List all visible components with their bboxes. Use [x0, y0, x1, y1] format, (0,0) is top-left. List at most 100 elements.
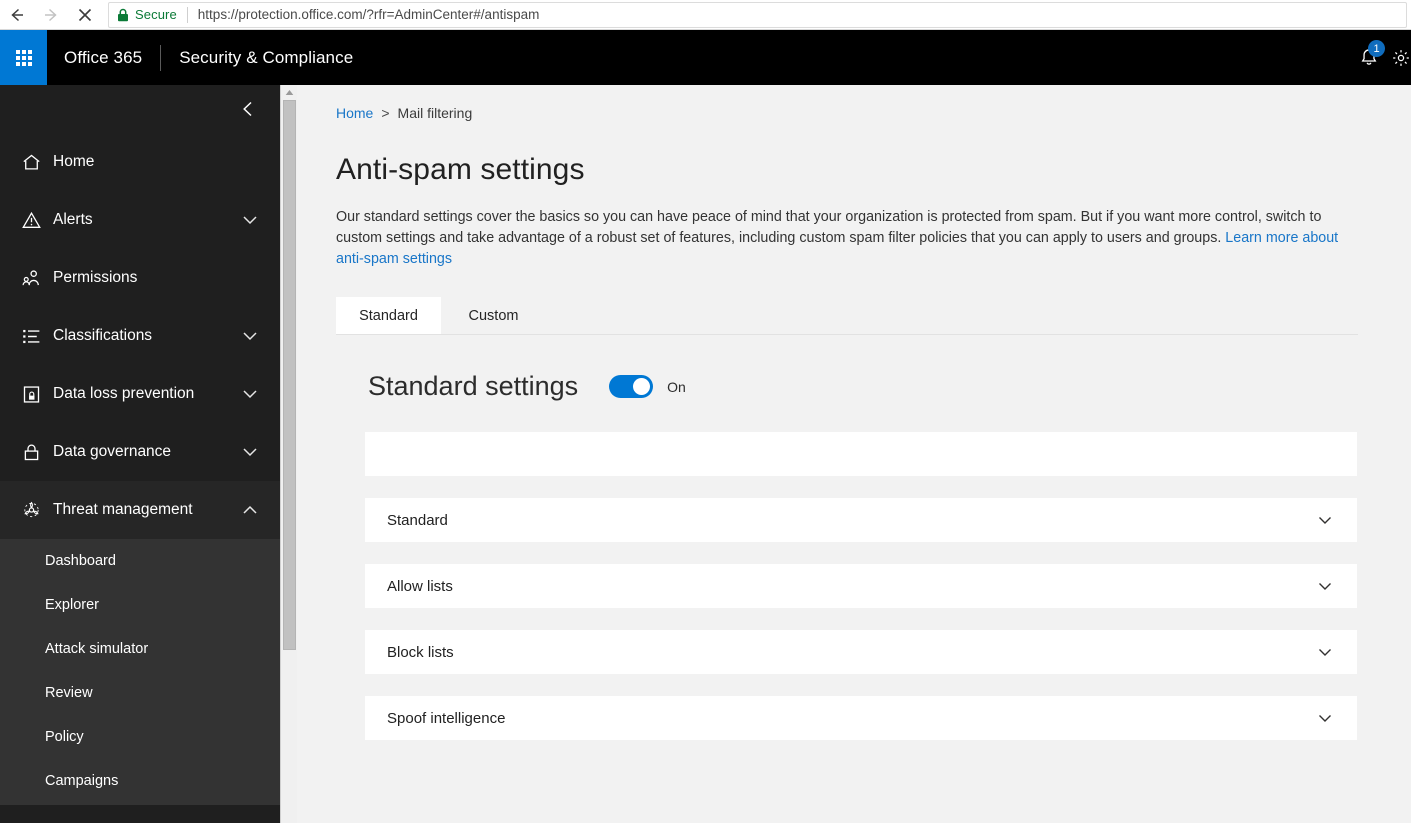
accordion-panel-block-lists[interactable]: Block lists [365, 630, 1357, 674]
sidebar-subitem-label: Dashboard [45, 553, 116, 569]
list-icon [18, 326, 44, 347]
sidebar: Home Alerts Permissions Classifications … [0, 85, 280, 823]
accordion-panel-allow-lists[interactable]: Allow lists [365, 564, 1357, 608]
page-scrollbar[interactable] [280, 85, 297, 823]
breadcrumb-separator: > [381, 105, 390, 121]
scrollbar-up-button[interactable] [281, 85, 297, 100]
browser-stop-button[interactable] [68, 1, 102, 29]
toggle-state-label: On [667, 378, 686, 395]
chevron-down-icon[interactable] [1315, 642, 1335, 662]
lock-icon [117, 8, 129, 22]
sidebar-submenu-threat-management: Dashboard Explorer Attack simulator Revi… [0, 539, 280, 809]
browser-forward-button[interactable] [34, 1, 68, 29]
sidebar-subitem-explorer[interactable]: Explorer [0, 583, 280, 627]
toggle-knob [633, 378, 651, 395]
settings-accordion: Standard Allow lists Block lists Spoof i… [365, 432, 1357, 740]
chevron-down-icon[interactable] [1315, 708, 1335, 728]
sidebar-item-classifications[interactable]: Classifications [0, 307, 280, 365]
sidebar-item-label: Classifications [53, 327, 153, 344]
tab-label: Custom [468, 307, 519, 324]
close-icon [78, 8, 92, 21]
page-description: Our standard settings cover the basics s… [336, 207, 1356, 270]
browser-back-button[interactable] [0, 1, 34, 29]
standard-settings-title: Standard settings [368, 371, 579, 401]
breadcrumb-home-link[interactable]: Home [336, 105, 373, 121]
chevron-up-icon [240, 500, 260, 520]
sidebar-subitem-label: Attack simulator [45, 641, 149, 657]
omnibox-divider [186, 6, 188, 23]
chevron-left-icon [243, 101, 252, 117]
main-content: Home > Mail filtering Anti-spam settings… [297, 85, 1411, 823]
sidebar-item-data-loss-prevention[interactable]: Data loss prevention [0, 365, 280, 423]
panel-label: Block lists [387, 643, 454, 661]
biohazard-icon [18, 500, 44, 521]
lock-icon [18, 442, 44, 463]
notification-count-badge: 1 [1368, 40, 1385, 57]
sidebar-item-data-governance[interactable]: Data governance [0, 423, 280, 481]
notifications-button[interactable]: 1 [1347, 30, 1391, 85]
app-launcher-button[interactable] [0, 30, 47, 85]
document-lock-icon [18, 384, 44, 405]
arrow-right-icon [45, 8, 57, 21]
secure-label: Secure [135, 7, 177, 22]
sidebar-footer [0, 805, 280, 823]
sidebar-item-label: Threat management [53, 501, 193, 518]
sidebar-collapse-button[interactable] [0, 85, 280, 133]
chevron-down-icon [240, 384, 260, 404]
brand-label[interactable]: Office 365 [47, 48, 142, 68]
settings-tabs: Standard Custom [336, 297, 1358, 335]
sidebar-subitem-label: Explorer [45, 597, 99, 613]
panel-label: Spoof intelligence [387, 709, 506, 727]
chevron-down-icon [240, 210, 260, 230]
people-icon [18, 268, 44, 289]
sidebar-subitem-policy[interactable]: Policy [0, 715, 280, 759]
chevron-down-icon[interactable] [1315, 510, 1335, 530]
chevron-down-icon [240, 442, 260, 462]
caret-up-icon [285, 90, 293, 95]
header-divider [160, 44, 162, 71]
sidebar-subitem-attack-simulator[interactable]: Attack simulator [0, 627, 280, 671]
panel-label: Allow lists [387, 577, 453, 595]
alert-triangle-icon [18, 210, 44, 231]
breadcrumb: Home > Mail filtering [297, 85, 1411, 121]
sidebar-subitem-dashboard[interactable]: Dashboard [0, 539, 280, 583]
sidebar-item-label: Data governance [53, 443, 172, 460]
sidebar-item-threat-management[interactable]: Threat management [0, 481, 280, 539]
sidebar-subitem-campaigns[interactable]: Campaigns [0, 759, 280, 803]
accordion-panel-standard[interactable]: Standard [365, 498, 1357, 542]
sidebar-subitem-label: Policy [45, 729, 84, 745]
standard-settings-header: Standard settings On [368, 371, 1411, 402]
page-description-text: Our standard settings cover the basics s… [336, 209, 1322, 246]
panel-label: Standard [387, 511, 448, 529]
sidebar-item-label: Home [53, 153, 95, 170]
sidebar-subitem-review[interactable]: Review [0, 671, 280, 715]
browser-toolbar: Secure https://protection.office.com/?rf… [0, 0, 1411, 30]
suite-header: Office 365 Security & Compliance 1 [0, 30, 1411, 85]
home-icon [18, 152, 44, 173]
breadcrumb-current: Mail filtering [397, 105, 473, 121]
tab-label: Standard [359, 307, 418, 324]
settings-button[interactable] [1391, 30, 1411, 85]
accordion-panel-spoof-intelligence[interactable]: Spoof intelligence [365, 696, 1357, 740]
sidebar-item-alerts[interactable]: Alerts [0, 191, 280, 249]
page-title: Anti-spam settings [336, 153, 585, 186]
header-actions: 1 [1347, 30, 1411, 85]
sidebar-item-home[interactable]: Home [0, 133, 280, 191]
sidebar-item-label: Data loss prevention [53, 385, 195, 402]
tab-custom[interactable]: Custom [441, 297, 546, 334]
sidebar-item-permissions[interactable]: Permissions [0, 249, 280, 307]
gear-icon [1393, 49, 1409, 66]
chevron-down-icon[interactable] [1315, 576, 1335, 596]
standard-settings-toggle[interactable] [609, 375, 654, 398]
scrollbar-thumb[interactable] [283, 100, 296, 650]
accordion-panel-blank[interactable] [365, 432, 1357, 476]
sidebar-item-label: Alerts [53, 211, 93, 228]
app-name-label[interactable]: Security & Compliance [179, 48, 353, 68]
chevron-down-icon [240, 326, 260, 346]
address-bar[interactable]: Secure https://protection.office.com/?rf… [108, 1, 1407, 28]
tab-standard[interactable]: Standard [336, 297, 441, 334]
arrow-left-icon [11, 8, 23, 21]
app-launcher-icon [15, 49, 32, 66]
sidebar-subitem-label: Review [45, 685, 93, 701]
sidebar-subitem-label: Campaigns [45, 773, 119, 789]
